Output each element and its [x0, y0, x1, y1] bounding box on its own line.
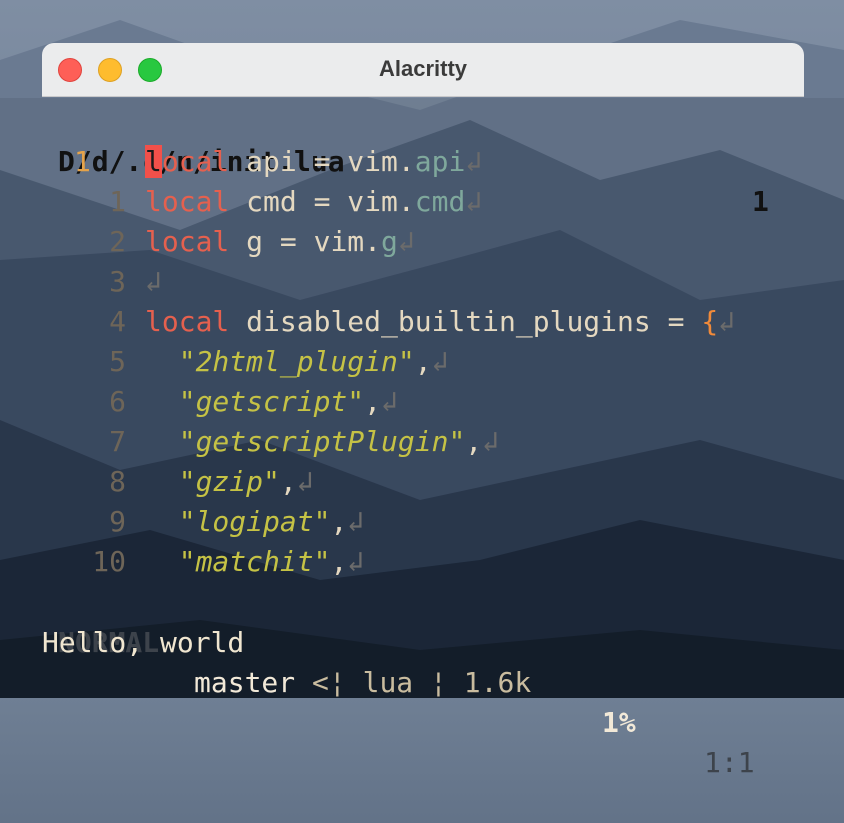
relative-line-number: 10: [92, 545, 126, 578]
status-percent: 1%: [602, 706, 636, 739]
member-token: api: [414, 145, 466, 178]
relative-line-number: 7: [109, 425, 126, 458]
code-line[interactable]: 5 "2html_plugin",↲: [0, 342, 844, 382]
newline-icon: ↲: [465, 185, 483, 218]
string-token: "getscript": [178, 385, 365, 418]
code-line[interactable]: 9 "logipat",↲: [0, 502, 844, 542]
string-token: "2html_plugin": [178, 345, 415, 378]
status-filetype: lua: [345, 666, 431, 699]
code-line[interactable]: 6 "getscript",↲: [0, 382, 844, 422]
relative-line-number: 5: [109, 345, 126, 378]
code-line[interactable]: 1 local cmd = vim.cmd↲: [0, 182, 844, 222]
newline-icon: ↲: [397, 225, 415, 258]
keyword-token: ocal: [161, 145, 230, 178]
newline-icon: ↲: [718, 305, 736, 338]
string-token: "logipat": [178, 505, 331, 538]
command-line[interactable]: Hello, world: [42, 623, 244, 663]
code-text[interactable]: "getscriptPlugin",↲: [145, 422, 499, 462]
vim-statusline: NORMAL master <¦ lua ¦ 1.6k 1% 1:1: [0, 583, 844, 779]
code-text[interactable]: "getscript",↲: [145, 382, 398, 422]
code-token: ,: [279, 465, 297, 498]
relative-line-number: 8: [109, 465, 126, 498]
code-token: ,: [414, 345, 432, 378]
string-token: "getscriptPlugin": [178, 425, 466, 458]
code-token: ,: [330, 545, 348, 578]
status-cursor-position: 1:1: [704, 746, 755, 779]
keyword-token: local: [145, 185, 230, 218]
code-text[interactable]: "2html_plugin",↲: [145, 342, 449, 382]
code-token: ,: [364, 385, 382, 418]
code-text[interactable]: local disabled_builtin_plugins = {↲: [145, 302, 735, 342]
newline-icon: ↲: [296, 465, 314, 498]
code-line[interactable]: 8 "gzip",↲: [0, 462, 844, 502]
title-bar[interactable]: Alacritty: [42, 43, 804, 97]
newline-icon: ↲: [381, 385, 398, 418]
text-cursor: l: [145, 145, 162, 178]
relative-line-number: 1: [109, 185, 126, 218]
keyword-token: local: [145, 305, 230, 338]
string-token: "gzip": [178, 465, 280, 498]
newline-icon: ↲: [145, 265, 162, 298]
string-token: "matchit": [178, 545, 331, 578]
status-divider-2: ¦: [430, 666, 447, 699]
code-text[interactable]: ↲: [145, 262, 162, 302]
terminal-content[interactable]: D/d/.c/n/init.lua 1 1 local api = vim.api…: [0, 98, 844, 779]
newline-icon: ↲: [431, 345, 449, 378]
relative-line-number: 3: [109, 265, 126, 298]
code-line[interactable]: 7 "getscriptPlugin",↲: [0, 422, 844, 462]
code-token: disabled_builtin_plugins =: [229, 305, 702, 338]
code-text[interactable]: "logipat",↲: [145, 502, 364, 542]
code-line[interactable]: 1 local api = vim.api↲: [0, 142, 844, 182]
code-token: ,: [465, 425, 483, 458]
relative-line-number: 9: [109, 505, 126, 538]
code-text[interactable]: local cmd = vim.cmd↲: [145, 182, 482, 222]
member-token: g: [381, 225, 398, 258]
status-separator-arrow: <: [295, 666, 329, 699]
code-token: api = vim.: [229, 145, 415, 178]
code-token: cmd = vim.: [229, 185, 415, 218]
code-text[interactable]: "gzip",↲: [145, 462, 314, 502]
brace-token: {: [701, 305, 719, 338]
newline-icon: ↲: [465, 145, 483, 178]
newline-icon: ↲: [347, 545, 365, 578]
vim-tabline: D/d/.c/n/init.lua 1: [0, 102, 844, 218]
terminal-window: Alacritty D/d/.c/n/init.lua 1 1 local api…: [0, 0, 844, 779]
code-line[interactable]: 2 local g = vim.g↲: [0, 222, 844, 262]
status-branch: master: [194, 666, 296, 699]
code-text[interactable]: local g = vim.g↲: [145, 222, 415, 262]
keyword-token: local: [145, 225, 230, 258]
newline-icon: ↲: [482, 425, 500, 458]
relative-line-number: 6: [109, 385, 126, 418]
relative-line-number: 2: [109, 225, 126, 258]
relative-line-number: 4: [109, 305, 126, 338]
member-token: cmd: [414, 185, 466, 218]
code-token: ,: [330, 505, 348, 538]
current-line-number: 1: [74, 145, 91, 178]
code-text[interactable]: "matchit",↲: [145, 542, 364, 582]
code-line[interactable]: 4 local disabled_builtin_plugins = {↲: [0, 302, 844, 342]
status-divider: ¦: [328, 666, 346, 699]
newline-icon: ↲: [347, 505, 365, 538]
window-title: Alacritty: [378, 56, 468, 81]
code-text[interactable]: local api = vim.api↲: [145, 142, 482, 182]
code-line[interactable]: 10 "matchit",↲: [0, 542, 844, 582]
status-file-size: 1.6k: [446, 666, 532, 699]
code-token: g = vim.: [229, 225, 382, 258]
code-line[interactable]: 3 ↲: [0, 262, 844, 302]
status-info: master <¦ lua ¦ 1.6k: [194, 663, 531, 703]
